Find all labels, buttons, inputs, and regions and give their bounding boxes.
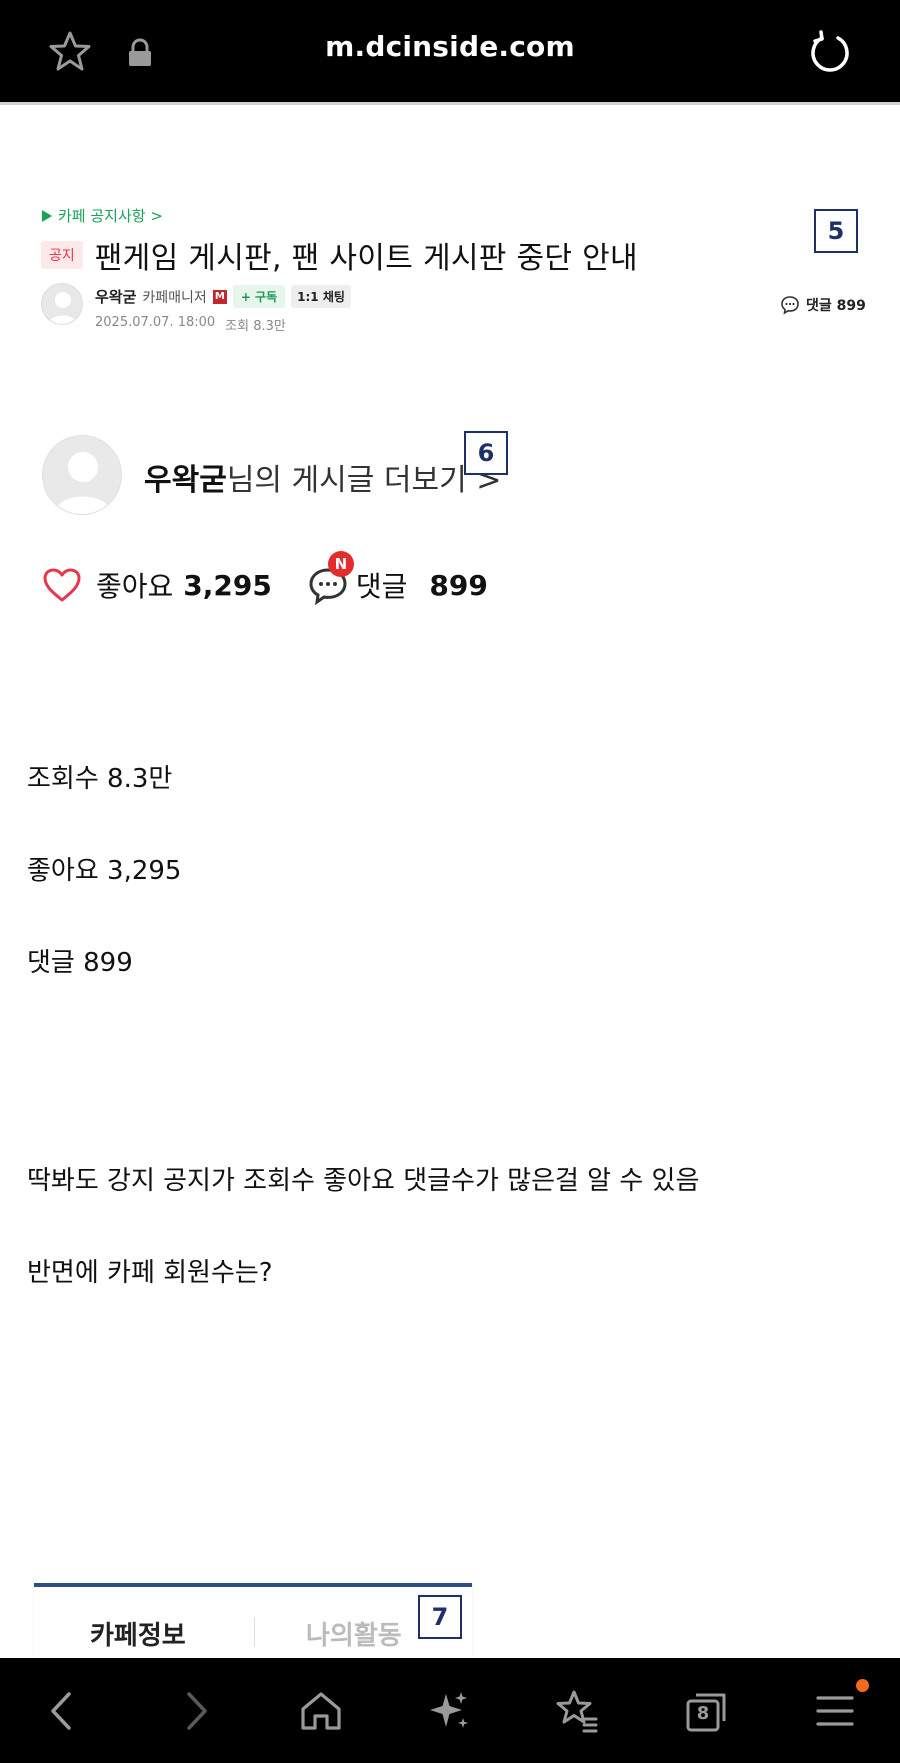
avatar-placeholder-icon [47, 292, 79, 324]
post-views: 조회 8.3만 [225, 319, 286, 334]
home-icon[interactable] [298, 1688, 344, 1734]
notice-badge: 공지 [41, 241, 83, 269]
url-bar[interactable]: m.dcinside.com [0, 30, 900, 63]
comment-label: 댓글 [355, 570, 408, 603]
comment-link[interactable]: 댓글 899 [780, 295, 866, 315]
author-avatar[interactable] [41, 283, 83, 325]
body-line-question: 반면에 카페 회원수는? [27, 1258, 273, 1288]
profile-name: 우왁굳 [144, 463, 227, 498]
breadcrumb-label: 카페 공지사항 > [58, 207, 163, 225]
body-line-views: 조회수 8.3만 [27, 764, 173, 794]
new-badge: N [327, 551, 354, 577]
author-role: 카페매니저 [142, 289, 207, 306]
post-meta: 2025.07.07. 18:00 조회 8.3만 [95, 315, 286, 334]
cafe-tab-card: 카페정보 나의활동 [34, 1583, 472, 1658]
tab-count: 8 [696, 1703, 710, 1724]
tab-my-activity[interactable]: 나의활동 [306, 1615, 402, 1652]
post-date: 2025.07.07. 18:00 [95, 315, 216, 330]
comment-reaction[interactable]: N [308, 551, 354, 606]
more-posts-suffix: 님의 게시글 더보기 > [226, 463, 502, 498]
play-triangle-icon [42, 209, 52, 222]
speech-bubble-icon [781, 296, 799, 315]
body-line-comments: 댓글 899 [27, 948, 133, 978]
sparkle-icon[interactable] [426, 1688, 472, 1734]
like-label: 좋아요 [96, 570, 174, 603]
bookmark-star-icon[interactable] [554, 1688, 600, 1734]
post-title: 팬게임 게시판, 팬 사이트 게시판 중단 안내 [94, 241, 638, 276]
body-line-observation: 딱봐도 강지 공지가 조회수 좋아요 댓글수가 많은걸 알 수 있음 [27, 1166, 700, 1196]
comment-count: 899 [429, 568, 488, 602]
tab-cafe-info[interactable]: 카페정보 [90, 1615, 186, 1652]
marker-5: 5 [814, 209, 858, 253]
author-line: 우왁굳 카페매니저 M + 구독 1:1 채팅 [95, 285, 351, 308]
subscribe-button[interactable]: + 구독 [232, 285, 286, 308]
browser-bottom-bar: 8 [0, 1658, 900, 1763]
marker-6: 6 [464, 431, 508, 475]
profile-avatar[interactable] [42, 435, 122, 515]
avatar-placeholder-icon [53, 452, 113, 514]
reload-icon[interactable] [808, 30, 852, 74]
breadcrumb[interactable]: 카페 공지사항 > [42, 205, 163, 226]
browser-top-bar: m.dcinside.com [0, 0, 900, 104]
more-posts-link[interactable]: 우왁굳님의 게시글 더보기 > [144, 455, 501, 499]
tabs-icon[interactable]: 8 [684, 1688, 730, 1734]
page-content: 카페 공지사항 > 공지 팬게임 게시판, 팬 사이트 게시판 중단 안내 5 … [0, 105, 900, 1658]
tab-divider [254, 1617, 255, 1647]
heart-icon[interactable] [42, 567, 82, 603]
marker-7: 7 [418, 1595, 462, 1639]
notification-dot [856, 1679, 869, 1692]
chat-button[interactable]: 1:1 채팅 [291, 285, 351, 308]
menu-icon[interactable] [812, 1688, 858, 1734]
back-icon[interactable] [40, 1688, 86, 1734]
manager-badge: M [212, 289, 227, 304]
comment-link-label: 댓글 899 [806, 298, 866, 314]
reaction-row: 좋아요 3,295 N 댓글 899 [42, 551, 488, 606]
like-count: 3,295 [183, 568, 272, 602]
post-title-row: 공지 팬게임 게시판, 팬 사이트 게시판 중단 안내 [41, 233, 638, 277]
body-line-likes: 좋아요 3,295 [27, 856, 182, 886]
forward-icon[interactable] [172, 1688, 218, 1734]
author-name[interactable]: 우왁굳 [95, 286, 136, 307]
